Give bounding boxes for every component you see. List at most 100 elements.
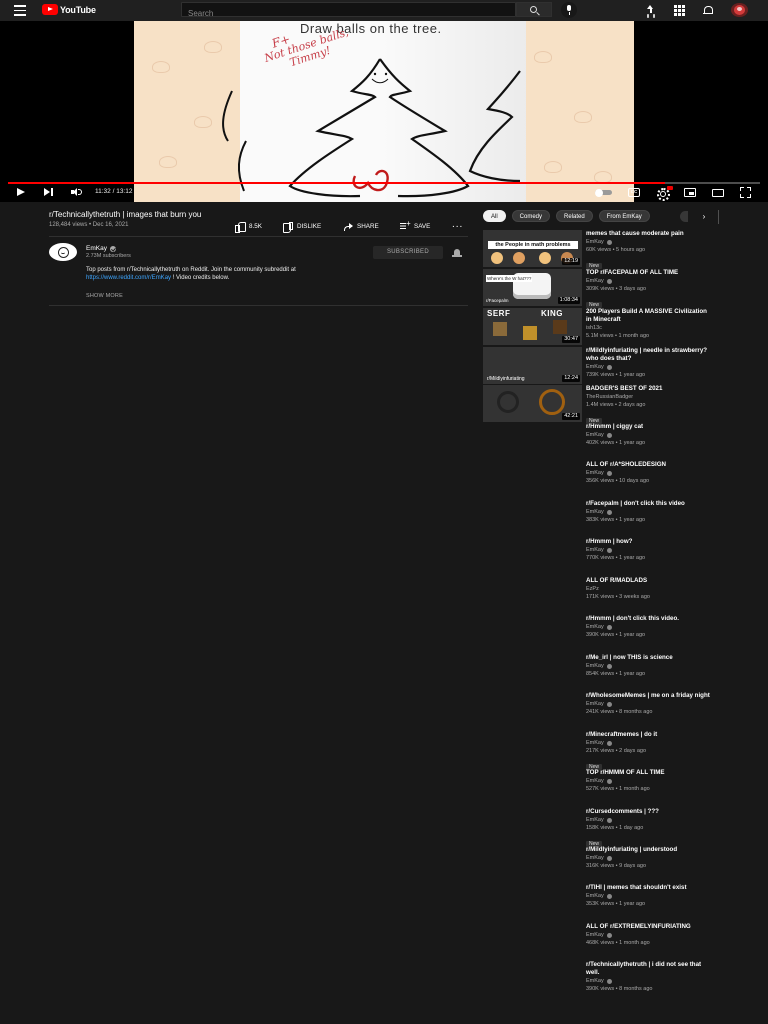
fullscreen-icon[interactable] xyxy=(740,187,751,198)
recommendation-item[interactable]: r/Cursedcomments | ??? EmKay 158K views • … xyxy=(483,808,713,848)
recommendation-item[interactable]: ALL OF R/MADLADS EzPz 171K views • 3 weeks… xyxy=(483,577,713,613)
more-actions-button[interactable]: ... xyxy=(452,219,463,230)
miniplayer-icon[interactable] xyxy=(684,188,696,197)
recommendation-item[interactable]: r/Hmmm | how? EmKay 770K views • 1 year ag… xyxy=(483,538,713,574)
recommendation-title[interactable]: ALL OF R/MADLADS xyxy=(586,577,711,585)
chip-all[interactable]: All xyxy=(483,210,506,222)
recommendation-title[interactable]: r/Cursedcomments | ??? xyxy=(586,808,711,816)
channel-avatar[interactable] xyxy=(49,243,77,261)
recommendation-channel[interactable]: ish13c xyxy=(586,325,602,332)
channel-name-row[interactable]: EmKay xyxy=(86,245,116,252)
recommendation-title[interactable]: r/Hmmm | how? xyxy=(586,538,711,546)
recommendation-item[interactable]: r/WholesomeMemes | me on a friday night E… xyxy=(483,692,713,728)
description-link[interactable]: https://www.reddit.com/r/EmKay xyxy=(86,275,171,281)
autoplay-toggle[interactable] xyxy=(595,188,612,197)
video-thumbnail[interactable]: Where's the W hat??? r/Facepalm 1:08:34 xyxy=(483,269,582,306)
recommendation-channel[interactable]: EmKay xyxy=(586,978,604,985)
recommendation-channel[interactable]: TheRussianBadger xyxy=(586,394,633,401)
recommendation-channel[interactable]: EmKay xyxy=(586,817,604,824)
like-button[interactable]: 8.5K xyxy=(235,222,262,233)
mic-icon[interactable] xyxy=(561,2,577,18)
menu-icon[interactable] xyxy=(14,5,26,16)
apps-icon[interactable] xyxy=(674,5,685,16)
next-icon[interactable] xyxy=(44,188,54,197)
video-player[interactable]: Draw balls on the tree. F+ Not those bal… xyxy=(0,21,768,202)
recommendation-item[interactable]: r/Minecraftmemes | do it EmKay 217K views … xyxy=(483,731,713,771)
recommendation-item[interactable]: ALL OF r/A*SHOLEDESIGN EmKay 356K views • … xyxy=(483,461,713,497)
scrollbar-track[interactable] xyxy=(760,202,768,1024)
recommendation-title[interactable]: r/Hmmm | don't click this video. xyxy=(586,615,711,623)
upload-icon[interactable] xyxy=(645,5,656,16)
recommendation-channel[interactable]: EmKay xyxy=(586,663,604,670)
subtitles-icon[interactable]: CC xyxy=(628,188,640,197)
recommendation-channel[interactable]: EmKay xyxy=(586,364,604,371)
recommendation-channel[interactable]: EmKay xyxy=(586,778,604,785)
recommendation-channel[interactable]: EmKay xyxy=(586,239,604,246)
recommendation-item[interactable]: r/Me_irl | now THIS is science EmKay 854K … xyxy=(483,654,713,690)
chevron-right-icon[interactable]: › xyxy=(698,210,710,223)
play-icon[interactable] xyxy=(17,188,26,197)
video-thumbnail[interactable]: SERF KING 30:47 xyxy=(483,308,582,345)
chip-related[interactable]: Related xyxy=(556,210,593,222)
recommendation-channel[interactable]: EmKay xyxy=(586,701,604,708)
recommendation-title[interactable]: r/Technicallythetruth | i did not see th… xyxy=(586,961,711,977)
recommendation-title[interactable]: BADGER'S BEST OF 2021 xyxy=(586,385,711,393)
recommendation-channel[interactable]: EmKay xyxy=(586,547,604,554)
recommendation-item[interactable]: r/Facepalm | don't click this video EmKay… xyxy=(483,500,713,536)
dislike-button[interactable]: DISLIKE xyxy=(283,222,321,233)
chip-comedy[interactable]: Comedy xyxy=(511,210,551,222)
recommendation-channel[interactable]: EmKay xyxy=(586,855,604,862)
recommendation-title[interactable]: r/Mildlyinfuriating | understood xyxy=(586,846,711,854)
settings-icon[interactable] xyxy=(656,187,670,201)
notification-bell-icon[interactable] xyxy=(452,249,462,258)
notifications-icon[interactable] xyxy=(702,5,713,16)
video-thumbnail[interactable]: 42:21 xyxy=(483,385,582,422)
share-button[interactable]: SHARE xyxy=(343,222,379,231)
theater-icon[interactable] xyxy=(712,189,724,197)
recommendation-channel[interactable]: EmKay xyxy=(586,509,604,516)
recommendation-title[interactable]: r/WholesomeMemes | me on a friday night xyxy=(586,692,711,700)
youtube-logo[interactable]: YouTube xyxy=(42,4,96,15)
recommendation-item[interactable]: ALL OF r/EXTREMELYINFURIATING EmKay 468K v… xyxy=(483,923,713,959)
recommendation-title[interactable]: r/Mildlyinfuriating | needle in strawber… xyxy=(586,347,711,363)
recommendation-item[interactable]: r/Technicallythetruth | i did not see th… xyxy=(483,961,713,997)
recommendation-item[interactable]: r/TIHI | memes that shouldn't exist EmKay… xyxy=(483,884,713,920)
recommendation-item[interactable]: TOP r/HMMM OF ALL TIME EmKay 527K views • … xyxy=(483,769,713,805)
recommendation-item[interactable]: r/Mildlyinfuriating 12:24 r/Mildlyinfuri… xyxy=(483,347,713,384)
recommendation-channel[interactable]: EmKay xyxy=(586,624,604,631)
chip-from-emkay[interactable]: From EmKay xyxy=(598,210,650,222)
recommendation-item[interactable]: Where's the W hat??? r/Facepalm 1:08:34 … xyxy=(483,269,713,309)
recommendation-title[interactable]: 200 Players Build A MASSIVE Civilization… xyxy=(586,308,711,324)
recommendation-channel[interactable]: EmKay xyxy=(586,432,604,439)
recommendation-title[interactable]: r/Facepalm | don't click this video xyxy=(586,500,711,508)
recommendation-title[interactable]: ALL OF r/EXTREMELYINFURIATING xyxy=(586,923,711,931)
recommendation-title[interactable]: r/TIHI | memes that shouldn't exist xyxy=(586,884,711,892)
recommendation-title[interactable]: TOP r/FACEPALM OF ALL TIME xyxy=(586,269,711,277)
recommendation-title[interactable]: TOP r/HMMM OF ALL TIME xyxy=(586,769,711,777)
recommendation-title[interactable]: r/Hmmm | ciggy cat xyxy=(586,423,711,431)
progress-bar[interactable] xyxy=(8,182,760,184)
subscribed-button[interactable]: SUBSCRIBED xyxy=(373,246,443,259)
recommendation-item[interactable]: 42:21 BADGER'S BEST OF 2021 TheRussianBa… xyxy=(483,385,713,425)
recommendation-title[interactable]: r/Me_irl | now THIS is science xyxy=(586,654,711,662)
recommendation-channel[interactable]: EzPz xyxy=(586,586,599,593)
chip-partial[interactable] xyxy=(680,211,688,222)
recommendation-channel[interactable]: EmKay xyxy=(586,932,604,939)
recommendation-channel[interactable]: EmKay xyxy=(586,278,604,285)
recommendation-item[interactable]: SERF KING 30:47 200 Players Build A MASS… xyxy=(483,308,713,345)
recommendation-title[interactable]: r/Minecraftmemes | do it xyxy=(586,731,711,739)
volume-icon[interactable] xyxy=(71,188,83,197)
search-button[interactable] xyxy=(516,2,552,17)
video-thumbnail[interactable]: r/Mildlyinfuriating 12:24 xyxy=(483,347,582,384)
recommendation-title[interactable]: ALL OF r/A*SHOLEDESIGN xyxy=(586,461,711,469)
recommendation-item[interactable]: the People in math problems 12:19 memes … xyxy=(483,230,713,270)
recommendation-channel[interactable]: EmKay xyxy=(586,740,604,747)
recommendation-item[interactable]: r/Mildlyinfuriating | understood EmKay 316… xyxy=(483,846,713,882)
channel-name[interactable]: EmKay xyxy=(86,245,107,252)
recommendation-item[interactable]: r/Hmmm | don't click this video. EmKay 390… xyxy=(483,615,713,651)
recommendation-channel[interactable]: EmKay xyxy=(586,470,604,477)
recommendation-item[interactable]: r/Hmmm | ciggy cat EmKay 402K views • 1 ye… xyxy=(483,423,713,459)
video-thumbnail[interactable]: the People in math problems 12:19 xyxy=(483,230,582,267)
account-avatar[interactable] xyxy=(731,3,748,17)
save-button[interactable]: SAVE xyxy=(400,220,430,231)
